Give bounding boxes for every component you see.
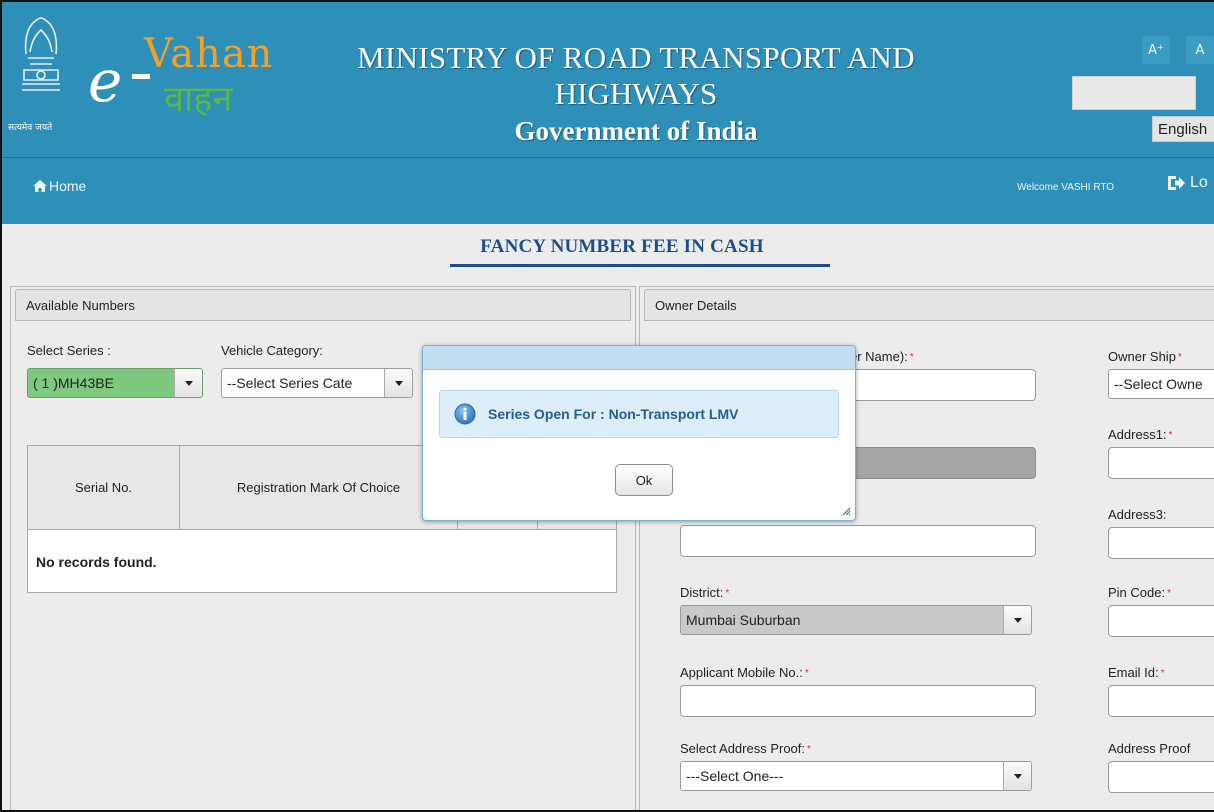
address1-label-text: Address1:: [1108, 427, 1167, 442]
required-marker: *: [1160, 668, 1165, 679]
required-marker: *: [725, 588, 730, 599]
emblem-motto: सत्यमेव जयते: [8, 123, 53, 133]
dialog-message-text: Series Open For : Non-Transport LMV: [488, 406, 739, 422]
national-emblem: सत्यमेव जयते: [8, 14, 74, 142]
series-dropdown-arrow[interactable]: [174, 369, 202, 397]
home-link[interactable]: Home: [32, 178, 86, 194]
required-marker: *: [804, 668, 809, 679]
address2-input[interactable]: [680, 525, 1036, 557]
nav-bar: Home Welcome VASHI RTO Lo: [2, 158, 1214, 224]
address3-label: Address3:: [1108, 507, 1167, 522]
district-label-text: District:: [680, 585, 724, 600]
resize-grip-icon[interactable]: [841, 506, 851, 516]
vehicle-category-select[interactable]: --Select Series Cate: [221, 368, 413, 398]
mobile-label: Applicant Mobile No.: *: [680, 665, 809, 680]
address-proof-label: Address Proof: [1108, 741, 1191, 756]
vehicle-category-dropdown-arrow[interactable]: [384, 369, 412, 397]
vehicle-category-label: Vehicle Category:: [221, 343, 323, 358]
pin-code-label: Pin Code: *: [1108, 585, 1171, 600]
mobile-label-text: Applicant Mobile No.:: [680, 665, 803, 680]
required-marker: *: [807, 744, 811, 755]
mobile-input[interactable]: [680, 685, 1036, 717]
series-select-value: ( 1 )MH43BE: [33, 375, 114, 391]
language-search-input[interactable]: [1072, 76, 1196, 110]
address-proof-dropdown-arrow[interactable]: [1003, 762, 1031, 790]
logo-hindi: वाहन: [164, 79, 233, 120]
site-header: सत्यमेव जयते e Vahan वाहन MINISTRY OF RO…: [2, 2, 1214, 158]
ministry-line-1: MINISTRY OF ROAD TRANSPORT AND: [357, 40, 915, 75]
chevron-down-icon: [184, 380, 193, 386]
logout-icon: [1168, 176, 1185, 190]
address-proof-select-label: Select Address Proof: *: [680, 741, 811, 756]
logout-link[interactable]: Lo: [1166, 174, 1208, 192]
font-normal-button[interactable]: A: [1186, 36, 1214, 64]
required-marker: *: [1167, 588, 1171, 599]
ministry-title: MINISTRY OF ROAD TRANSPORT AND HIGHWAYS …: [302, 40, 970, 148]
government-of-india: Government of India: [514, 116, 758, 146]
available-numbers-header: Available Numbers: [15, 289, 631, 321]
home-label: Home: [49, 178, 87, 194]
email-label: Email Id: *: [1108, 665, 1164, 680]
dialog-message-box: Series Open For : Non-Transport LMV: [439, 390, 839, 438]
page-frame: सत्यमेव जयते e Vahan वाहन MINISTRY OF RO…: [0, 0, 1214, 812]
dialog-title-bar[interactable]: [423, 346, 855, 370]
ownership-label-text: Owner Ship: [1108, 349, 1176, 364]
logout-label: Lo: [1190, 174, 1208, 191]
ministry-line-2: HIGHWAYS: [554, 76, 718, 111]
home-icon: [33, 180, 47, 192]
series-open-dialog: Series Open For : Non-Transport LMV Ok: [422, 345, 856, 521]
district-dropdown-arrow[interactable]: [1003, 606, 1031, 634]
series-select[interactable]: ( 1 )MH43BE: [27, 368, 203, 398]
district-select-value: Mumbai Suburban: [686, 612, 801, 628]
owner-details-header: Owner Details: [644, 289, 1214, 321]
email-label-text: Email Id:: [1108, 665, 1159, 680]
no-records-message: No records found.: [36, 554, 157, 570]
address3-input[interactable]: [1108, 527, 1214, 559]
district-select[interactable]: Mumbai Suburban: [680, 605, 1032, 635]
email-input[interactable]: [1108, 685, 1214, 717]
required-marker: *: [909, 352, 914, 363]
address-proof-input[interactable]: [1108, 761, 1214, 793]
district-label: District: *: [680, 585, 729, 600]
ownership-label: Owner Ship *: [1108, 349, 1182, 364]
pin-code-input[interactable]: [1108, 605, 1214, 637]
ok-button[interactable]: Ok: [615, 464, 673, 496]
address1-label: Address1: *: [1108, 427, 1172, 442]
chevron-down-icon: [394, 380, 403, 386]
page-title: FANCY NUMBER FEE IN CASH: [480, 236, 764, 257]
address1-input[interactable]: [1108, 447, 1214, 479]
logo-vahan: Vahan: [144, 31, 274, 77]
pin-code-label-text: Pin Code:: [1108, 585, 1166, 600]
logo-e: e: [88, 47, 123, 115]
chevron-down-icon: [1013, 617, 1022, 623]
address-proof-select-value: ---Select One---: [686, 768, 784, 784]
ownership-select[interactable]: --Select Owne: [1108, 369, 1214, 399]
owner-name-label: er Name): *: [850, 349, 914, 364]
vahan-logo: e Vahan वाहन: [80, 24, 280, 134]
chevron-down-icon: [1013, 773, 1022, 779]
ownership-select-value: --Select Owne: [1114, 376, 1203, 392]
column-serial-no: Serial No.: [28, 446, 180, 529]
column-registration-mark: Registration Mark Of Choice: [180, 446, 458, 529]
required-marker: *: [1177, 352, 1182, 363]
lion-capital-icon: [22, 17, 60, 91]
address-proof-select[interactable]: ---Select One---: [680, 761, 1032, 791]
title-underline: [450, 264, 830, 267]
info-icon: [454, 403, 476, 425]
vehicle-category-value: --Select Series Cate: [227, 375, 353, 391]
select-series-label: Select Series :: [27, 343, 111, 358]
welcome-text: Welcome VASHI RTO: [1017, 182, 1115, 193]
required-marker: *: [1168, 430, 1173, 441]
font-increase-button[interactable]: A⁺: [1142, 36, 1170, 64]
address-proof-select-label-text: Select Address Proof:: [680, 741, 806, 756]
language-selector[interactable]: English: [1152, 116, 1214, 142]
owner-name-label-text: er Name):: [850, 349, 908, 364]
